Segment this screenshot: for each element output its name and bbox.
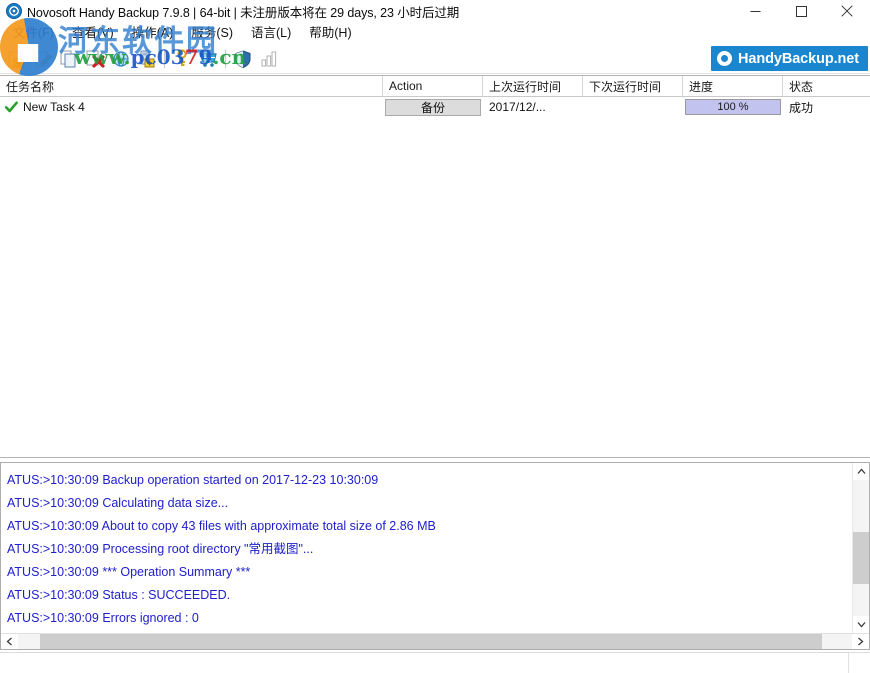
edit-task-icon — [33, 49, 53, 69]
log-line: ATUS:>10:30:09 Calculating data size... — [2, 492, 844, 515]
menu-help[interactable]: 帮助(H) — [300, 23, 360, 43]
log-hscroll-thumb[interactable] — [40, 634, 822, 650]
cell-action: 备份 — [383, 97, 483, 117]
cell-progress: 100 % — [683, 97, 783, 117]
toolbar-separator-2 — [225, 50, 226, 68]
task-name-label: New Task 4 — [23, 100, 85, 114]
copy-task-icon — [59, 49, 79, 69]
handybackup-net-badge[interactable]: HandyBackup.net — [711, 46, 868, 71]
progress-bar-label: 100 % — [686, 100, 780, 114]
shield-icon — [233, 49, 253, 69]
scroll-up-button[interactable] — [853, 463, 870, 480]
scroll-left-button[interactable] — [1, 634, 18, 650]
menu-view[interactable]: 查看(V) — [63, 23, 123, 43]
log-horizontal-scrollbar[interactable] — [1, 633, 869, 649]
task-list-header: 任务名称 Action 上次运行时间 下次运行时间 进度 状态 — [0, 76, 870, 97]
status-bar — [0, 652, 870, 673]
statistics-button[interactable] — [256, 46, 282, 72]
refresh-button[interactable] — [108, 46, 134, 72]
minimize-button[interactable] — [732, 0, 778, 22]
log-hscroll-track[interactable] — [18, 634, 852, 650]
delete-task-button[interactable] — [82, 46, 108, 72]
log-text-area[interactable]: ATUS:>10:30:09 Backup operation started … — [2, 464, 844, 634]
buy-now-button[interactable] — [195, 46, 221, 72]
cell-task-name: New Task 4 — [0, 97, 383, 117]
column-header-status[interactable]: 状态 — [783, 76, 870, 96]
shopping-cart-icon — [197, 49, 219, 69]
column-header-last-run[interactable]: 上次运行时间 — [483, 76, 583, 96]
maximize-button[interactable] — [778, 0, 824, 22]
column-header-next-run[interactable]: 下次运行时间 — [583, 76, 683, 96]
window-controls — [732, 0, 870, 22]
close-button[interactable] — [824, 0, 870, 22]
cell-next-run — [583, 97, 683, 117]
log-line: ATUS:>10:30:09 About to copy 43 files wi… — [2, 515, 844, 538]
refresh-network-icon — [111, 49, 131, 69]
column-header-progress[interactable]: 进度 — [683, 76, 783, 96]
log-panel: ATUS:>10:30:09 Backup operation started … — [0, 462, 870, 650]
cell-last-run: 2017/12/... — [483, 97, 583, 117]
green-check-icon — [5, 101, 18, 114]
menu-action[interactable]: 操作(A) — [123, 23, 183, 43]
resize-grip[interactable] — [848, 653, 870, 673]
toolbar: HandyBackup.net — [0, 44, 870, 74]
window-title: Novosoft Handy Backup 7.9.8 | 64-bit | 未… — [27, 2, 459, 21]
copy-task-button[interactable] — [56, 46, 82, 72]
run-backup-button[interactable] — [134, 46, 160, 72]
task-list: 任务名称 Action 上次运行时间 下次运行时间 进度 状态 New Task… — [0, 75, 870, 458]
log-line: ATUS:>10:30:09 Status : SUCCEEDED. — [2, 584, 844, 607]
progress-bar: 100 % — [685, 99, 781, 115]
title-bar: Novosoft Handy Backup 7.9.8 | 64-bit | 未… — [0, 0, 870, 22]
log-vscroll-thumb[interactable] — [853, 532, 870, 584]
menu-file[interactable]: 文件(F) — [4, 23, 63, 43]
handybackup-logo-icon — [717, 51, 732, 66]
key-icon — [172, 49, 192, 69]
log-line: ATUS:>10:30:09 *** Operation Summary *** — [2, 561, 844, 584]
column-header-task-name[interactable]: 任务名称 — [0, 76, 383, 96]
chevron-up-icon — [857, 468, 866, 475]
cell-status: 成功 — [783, 97, 870, 117]
log-line: ATUS:>10:30:09 Errors ignored : 0 — [2, 607, 844, 630]
log-vscroll-track[interactable] — [853, 480, 870, 616]
menu-language[interactable]: 语言(L) — [242, 23, 300, 43]
new-task-icon — [7, 49, 27, 69]
scroll-down-button[interactable] — [853, 616, 870, 633]
toolbar-separator-1 — [164, 50, 165, 68]
log-line: ATUS:>10:30:09 Processing root directory… — [2, 538, 844, 561]
register-key-button[interactable] — [169, 46, 195, 72]
scroll-right-button[interactable] — [852, 634, 869, 650]
action-badge: 备份 — [385, 99, 481, 116]
chevron-left-icon — [6, 637, 13, 646]
chevron-down-icon — [857, 621, 866, 628]
app-logo-icon — [6, 3, 22, 19]
handy-backup-window: Novosoft Handy Backup 7.9.8 | 64-bit | 未… — [0, 0, 870, 673]
log-vertical-scrollbar[interactable] — [852, 463, 869, 633]
table-row[interactable]: New Task 4 备份 2017/12/... 100 % 成功 — [0, 97, 870, 117]
menu-bar: 文件(F) 查看(V) 操作(A) 服务(S) 语言(L) 帮助(H) — [0, 22, 870, 44]
menu-service[interactable]: 服务(S) — [182, 23, 242, 43]
chevron-right-icon — [857, 637, 864, 646]
bar-chart-icon — [259, 49, 279, 69]
log-line: ATUS:>10:30:09 Backup operation started … — [2, 469, 844, 492]
delete-task-icon — [85, 49, 105, 69]
handybackup-badge-label: HandyBackup.net — [738, 51, 859, 67]
edit-task-button[interactable] — [30, 46, 56, 72]
new-task-button[interactable] — [4, 46, 30, 72]
column-header-action[interactable]: Action — [383, 76, 483, 96]
run-backup-icon — [137, 49, 157, 69]
security-button[interactable] — [230, 46, 256, 72]
